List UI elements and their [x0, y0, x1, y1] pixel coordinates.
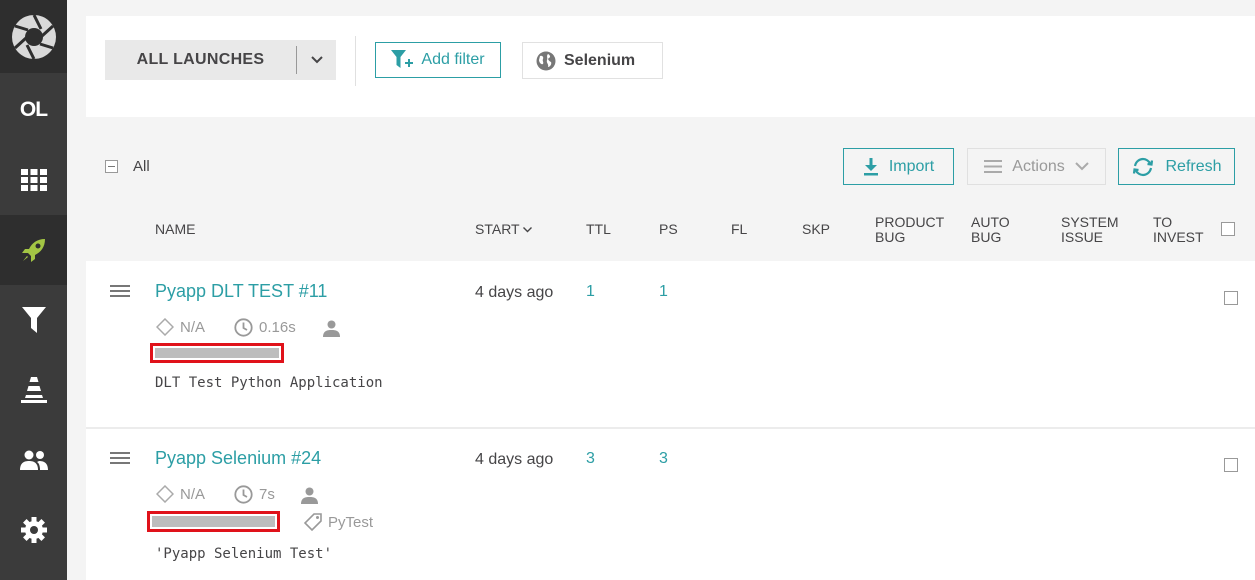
clock-icon [234, 485, 253, 504]
launch-status: N/A [156, 485, 205, 503]
column-header-product-bug-line1: PRODUCT [875, 214, 945, 230]
column-header-product-bug-line2: BUG [875, 229, 906, 245]
column-header-auto-bug-line2: BUG [971, 229, 1002, 245]
column-header-ttl[interactable]: TTL [586, 222, 611, 237]
launches-select[interactable]: ALL LAUNCHES [105, 40, 336, 80]
launch-tag-label: PyTest [328, 513, 374, 531]
import-label: Import [888, 157, 935, 175]
column-header-system-issue[interactable]: SYSTEM ISSUE [1061, 215, 1119, 245]
project-name: OL [19, 98, 48, 121]
refresh-button[interactable]: Refresh [1118, 148, 1235, 185]
launch-passed-count[interactable]: 1 [659, 283, 668, 301]
app-logo[interactable] [0, 0, 67, 73]
user-icon [301, 487, 318, 504]
gear-icon [20, 517, 47, 543]
import-button[interactable]: Import [843, 148, 954, 185]
column-header-fl[interactable]: FL [731, 222, 747, 237]
redacted-owner [147, 511, 280, 532]
dashboard-grid-icon [20, 169, 47, 191]
launch-start-time: 4 days ago [475, 451, 554, 468]
globe-icon [536, 51, 556, 70]
launch-row: Pyapp Selenium #24 4 days ago 3 3 N/A 7s… [86, 429, 1255, 580]
members-icon [19, 450, 48, 470]
column-header-system-issue-line1: SYSTEM [1061, 214, 1119, 230]
sidebar: OL [0, 0, 67, 580]
chevron-down-icon [1075, 162, 1089, 171]
column-header-system-issue-line2: ISSUE [1061, 229, 1104, 245]
actions-label: Actions [1012, 157, 1065, 175]
sidebar-item-members[interactable] [0, 425, 67, 495]
column-header-to-invest[interactable]: TO INVEST [1153, 215, 1204, 245]
user-icon [323, 320, 340, 337]
launch-description: 'Pyapp Selenium Test' [155, 546, 333, 562]
hamburger-menu-icon[interactable] [110, 285, 130, 297]
column-header-to-invest-line2: INVEST [1153, 229, 1204, 245]
filter-chip-selenium[interactable]: Selenium [522, 42, 663, 79]
actions-button[interactable]: Actions [967, 148, 1106, 185]
filter-bar: ALL LAUNCHES Add filter Selenium [86, 16, 1255, 117]
launches-dropdown-toggle[interactable] [297, 40, 336, 80]
launch-total-count[interactable]: 3 [586, 450, 595, 468]
launch-row: Pyapp DLT TEST #11 4 days ago 1 1 N/A 0.… [86, 261, 1255, 427]
launch-duration: 0.16s [234, 318, 296, 337]
column-header-product-bug[interactable]: PRODUCT BUG [875, 215, 944, 245]
menu-lines-icon [984, 160, 1003, 173]
rocket-icon [21, 239, 45, 262]
row-select-checkbox[interactable] [1224, 458, 1238, 472]
diamond-icon [156, 485, 174, 503]
sort-chevron-icon [522, 226, 532, 232]
filter-icon [21, 307, 46, 333]
column-header-to-invest-line1: TO [1153, 214, 1173, 230]
launch-name-link[interactable]: Pyapp Selenium #24 [155, 448, 321, 469]
launch-status: N/A [156, 318, 205, 336]
redacted-owner [150, 343, 284, 363]
row-select-checkbox[interactable] [1224, 291, 1238, 305]
logo-icon [11, 13, 56, 60]
launch-total-count[interactable]: 1 [586, 283, 595, 301]
launches-select-label: ALL LAUNCHES [136, 51, 265, 68]
chevron-down-icon [310, 56, 323, 64]
launch-tag[interactable]: PyTest [304, 513, 373, 531]
select-all-checkbox[interactable] [105, 160, 118, 173]
column-header-ps[interactable]: PS [659, 222, 678, 237]
add-filter-icon [391, 50, 414, 68]
launch-description: DLT Test Python Application [155, 375, 383, 391]
diamond-icon [156, 318, 174, 336]
add-filter-button[interactable]: Add filter [375, 42, 501, 78]
toolbar-divider [355, 36, 356, 86]
refresh-icon [1133, 157, 1154, 176]
hamburger-menu-icon[interactable] [110, 452, 130, 464]
launch-duration: 7s [234, 485, 275, 504]
launch-start-time: 4 days ago [475, 284, 554, 301]
sidebar-item-dashboards[interactable] [0, 145, 67, 215]
column-header-skp[interactable]: SKP [802, 222, 830, 237]
tag-icon [304, 513, 322, 531]
launch-duration-label: 0.16s [259, 319, 296, 336]
refresh-label: Refresh [1165, 157, 1222, 175]
add-filter-label: Add filter [421, 51, 485, 68]
launch-status-label: N/A [180, 318, 206, 336]
header-select-checkbox[interactable] [1221, 222, 1235, 236]
debug-cone-icon [20, 377, 47, 403]
column-header-name[interactable]: NAME [155, 222, 195, 237]
launch-duration-label: 7s [259, 486, 275, 503]
column-header-auto-bug[interactable]: AUTO BUG [971, 215, 1010, 245]
column-header-start-label: START [475, 221, 520, 237]
sidebar-item-debug[interactable] [0, 355, 67, 425]
sidebar-item-launches[interactable] [0, 215, 67, 285]
launch-status-label: N/A [180, 485, 206, 503]
column-header-start[interactable]: START [475, 222, 532, 237]
launch-name-link[interactable]: Pyapp DLT TEST #11 [155, 281, 327, 302]
filter-chip-label: Selenium [564, 51, 636, 69]
column-header-auto-bug-line1: AUTO [971, 214, 1010, 230]
launch-passed-count[interactable]: 3 [659, 450, 668, 468]
select-all-label: All [133, 158, 150, 175]
download-icon [863, 157, 878, 175]
sidebar-item-filters[interactable] [0, 285, 67, 355]
clock-icon [234, 318, 253, 337]
sidebar-item-settings[interactable] [0, 495, 67, 565]
project-selector[interactable]: OL [0, 75, 67, 145]
